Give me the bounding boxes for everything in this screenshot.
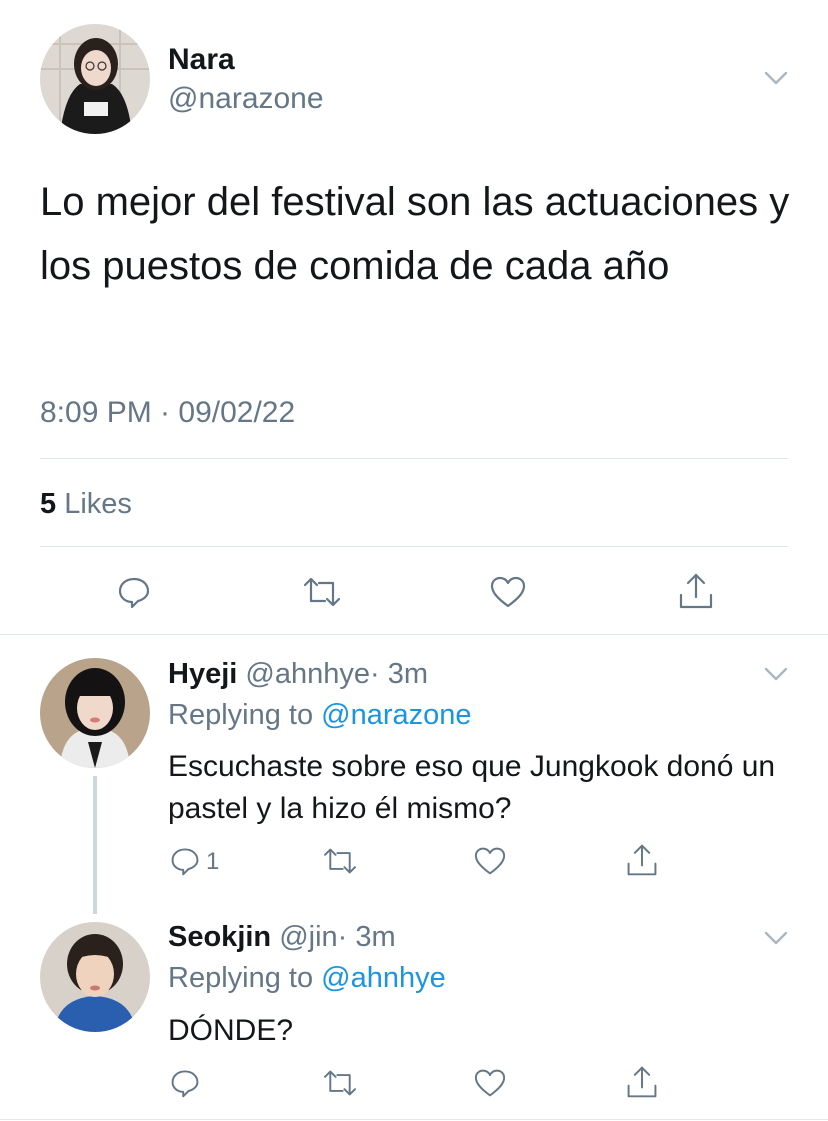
reply-text: Escuchaste sobre eso que Jungkook donó u… bbox=[168, 750, 776, 825]
chevron-down-icon[interactable] bbox=[760, 660, 792, 688]
divider bbox=[40, 458, 788, 459]
author-name[interactable]: Hyeji bbox=[168, 658, 237, 690]
avatar[interactable] bbox=[40, 24, 150, 134]
replying-label: Replying to bbox=[168, 962, 314, 994]
author-handle[interactable]: @jin bbox=[279, 921, 337, 953]
retweet-icon[interactable] bbox=[318, 1064, 362, 1102]
tweet-text: Lo mejor del festival son las actuacione… bbox=[40, 180, 790, 288]
share-icon[interactable] bbox=[622, 1062, 662, 1102]
avatar[interactable] bbox=[40, 922, 150, 1032]
section-divider bbox=[0, 634, 828, 635]
tweet-timestamp[interactable]: 8:09 PM · 09/02/22 bbox=[40, 395, 295, 431]
divider bbox=[40, 546, 788, 547]
reply-icon[interactable] bbox=[112, 570, 156, 614]
thread-line bbox=[93, 776, 97, 914]
likes-stat[interactable]: 5 Likes bbox=[40, 486, 132, 522]
author-name[interactable]: Seokjin bbox=[168, 921, 271, 953]
author-handle[interactable]: @narazone bbox=[168, 81, 324, 117]
reply-time[interactable]: · 3m bbox=[370, 658, 428, 690]
reply-icon[interactable] bbox=[166, 1064, 204, 1102]
replying-to: Replying to @ahnhye bbox=[168, 960, 446, 996]
like-icon[interactable] bbox=[486, 570, 530, 614]
reply-time[interactable]: · 3m bbox=[338, 921, 396, 953]
retweet-icon[interactable] bbox=[318, 842, 362, 880]
chevron-down-icon[interactable] bbox=[760, 924, 792, 952]
like-icon[interactable] bbox=[470, 842, 510, 880]
replying-to: Replying to @narazone bbox=[168, 697, 472, 733]
likes-label: Likes bbox=[64, 488, 132, 520]
replying-to-link[interactable]: @narazone bbox=[321, 699, 471, 731]
share-icon[interactable] bbox=[674, 568, 718, 614]
replying-label: Replying to bbox=[168, 699, 314, 731]
reply-header: Hyeji @ahnhye· 3m bbox=[168, 656, 428, 692]
author-handle[interactable]: @ahnhye bbox=[245, 658, 370, 690]
reply-count: 1 bbox=[206, 848, 220, 875]
replying-to-link[interactable]: @ahnhye bbox=[321, 962, 446, 994]
likes-count: 5 bbox=[40, 488, 57, 520]
reply-icon[interactable] bbox=[166, 842, 204, 880]
bottom-divider bbox=[0, 1119, 828, 1120]
reply-text: DÓNDE? bbox=[168, 1014, 294, 1047]
chevron-down-icon[interactable] bbox=[760, 64, 792, 92]
reply-header: Seokjin @jin· 3m bbox=[168, 919, 396, 955]
retweet-icon[interactable] bbox=[298, 570, 346, 614]
like-icon[interactable] bbox=[470, 1064, 510, 1102]
author-name[interactable]: Nara bbox=[168, 42, 235, 78]
avatar[interactable] bbox=[40, 658, 150, 768]
share-icon[interactable] bbox=[622, 840, 662, 880]
